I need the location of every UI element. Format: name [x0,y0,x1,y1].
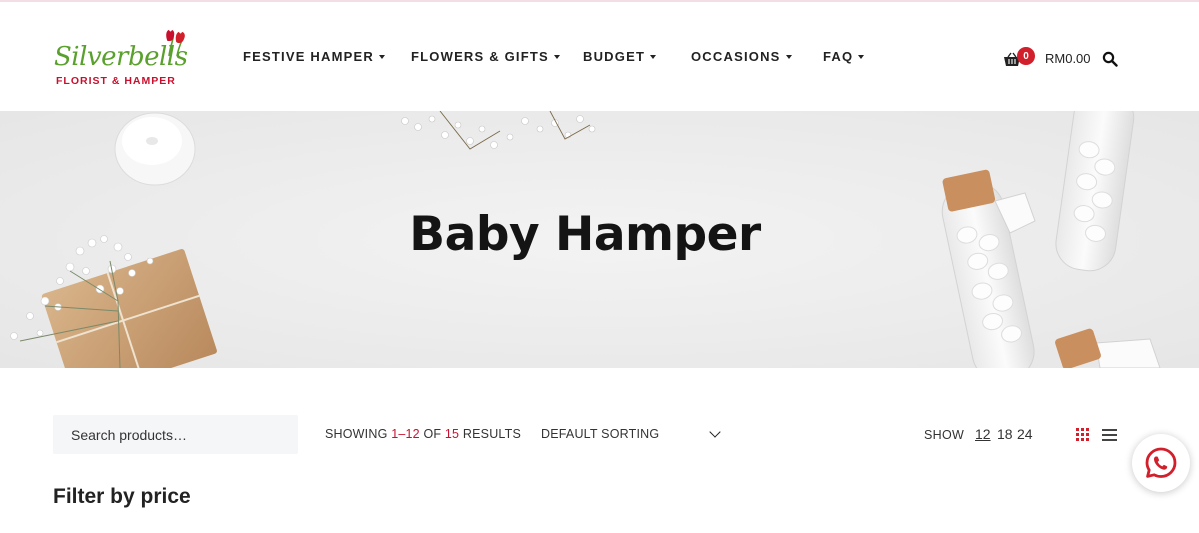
filter-by-price-heading: Filter by price [53,485,191,508]
caret-down-icon [650,55,657,59]
nav-flowers-gifts[interactable]: FLOWERS & GIFTS [411,49,560,64]
site-header: Silverbells FLORIST & HAMPER FESTIVE HAM… [0,2,1199,111]
list-view-icon[interactable] [1102,429,1117,441]
sort-selected-label: DEFAULT SORTING [541,427,660,441]
result-count: SHOWING 1–12 OF 15 RESULTS [325,427,521,441]
result-total: 15 [444,427,460,441]
per-page-18[interactable]: 18 [997,426,1013,442]
page-title: Baby Hamper [409,207,761,262]
nav-budget[interactable]: BUDGET [583,49,657,64]
cart-count-badge: 0 [1017,47,1035,65]
page-hero-banner: Baby Hamper [0,111,1199,368]
nav-label: OCCASIONS [691,49,781,64]
search-icon[interactable] [1102,51,1118,67]
grid-view-icon[interactable] [1076,428,1089,441]
whatsapp-icon [1145,447,1177,478]
caret-down-icon [553,55,560,59]
caret-down-icon [858,55,865,59]
caret-down-icon [378,55,385,59]
cart-button[interactable]: 0 [1003,47,1043,71]
whatsapp-chat-button[interactable] [1132,434,1190,492]
nav-occasions[interactable]: OCCASIONS [691,49,792,64]
site-logo[interactable]: Silverbells FLORIST & HAMPER [52,28,192,90]
nav-label: FESTIVE HAMPER [243,49,374,64]
caret-down-icon [785,55,792,59]
result-count-prefix: SHOWING [325,427,392,441]
result-range: 1–12 [391,427,420,441]
result-count-mid: OF [419,427,445,441]
logo-tagline: FLORIST & HAMPER [56,75,176,87]
result-count-suffix: RESULTS [459,427,522,441]
nav-festive-hamper[interactable]: FESTIVE HAMPER [243,49,385,64]
per-page-24[interactable]: 24 [1017,426,1033,442]
per-page-label: SHOW [924,428,965,442]
nav-label: FAQ [823,49,854,64]
sort-select[interactable]: DEFAULT SORTING [541,424,723,444]
product-search-input[interactable] [53,415,298,454]
tulip-icon [166,30,185,57]
nav-label: BUDGET [583,49,646,64]
nav-faq[interactable]: FAQ [823,49,865,64]
chevron-down-icon [709,426,721,438]
nav-label: FLOWERS & GIFTS [411,49,549,64]
per-page-12[interactable]: 12 [975,426,991,442]
cart-total[interactable]: RM0.00 [1045,51,1091,66]
